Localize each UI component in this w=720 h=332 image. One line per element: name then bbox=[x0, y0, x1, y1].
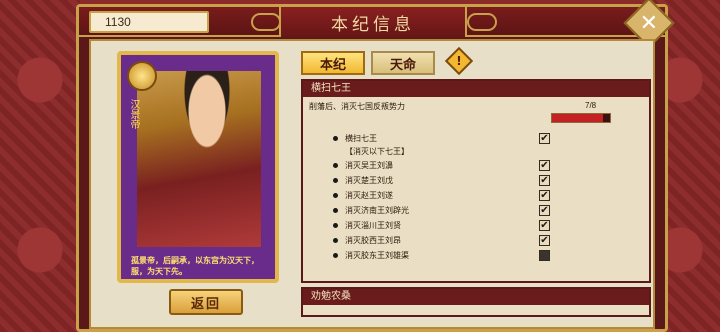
checkbox: ✔ bbox=[539, 160, 550, 171]
list-item: 消灭胶西王刘昂 ✔ bbox=[333, 233, 553, 248]
scroll-ornament-icon bbox=[467, 13, 497, 31]
rank-emblem-icon bbox=[127, 61, 157, 91]
character-name: 汉景帝 bbox=[128, 99, 139, 129]
objective-label: 消灭淄川王刘贤 bbox=[345, 221, 401, 230]
checkbox: ✔ bbox=[539, 133, 550, 144]
objective-label: 【消灭以下七王】 bbox=[345, 147, 409, 156]
list-item: 消灭胶东王刘雄渠 bbox=[333, 248, 553, 263]
close-icon: ✕ bbox=[639, 10, 659, 36]
alert-icon[interactable]: ! bbox=[444, 46, 474, 76]
scroll-ornament-icon bbox=[251, 13, 281, 31]
quest2-title: 劝勉农桑 bbox=[303, 289, 649, 305]
objective-list: 横扫七王 ✔ 【消灭以下七王】 消灭吴王刘濞 ✔ 消灭楚王刘戊 ✔ 消灭赵王刘遂 ✔ 消灭济南王刘… bbox=[333, 131, 553, 263]
tab-tianming[interactable]: 天命 bbox=[371, 51, 435, 75]
title-bar: 1130 本纪信息 ✕ bbox=[79, 0, 675, 49]
tab-benji[interactable]: 本纪 bbox=[301, 51, 365, 75]
list-item: 消灭吴王刘濞 ✔ bbox=[333, 158, 553, 173]
list-item: 消灭楚王刘戊 ✔ bbox=[333, 173, 553, 188]
quest-panel-2[interactable]: 劝勉农桑 bbox=[301, 287, 651, 317]
coin-counter: 1130 bbox=[89, 11, 209, 33]
checkbox: ✔ bbox=[539, 175, 550, 186]
content-area: 汉景帝 孤景帝，后嗣承，以东宫为汉天下，服，为天下先。 返回 本纪 天命 ! 横… bbox=[89, 39, 655, 329]
list-item: 消灭淄川王刘贤 ✔ bbox=[333, 218, 553, 233]
objective-label: 消灭胶东王刘雄渠 bbox=[345, 251, 409, 260]
list-item: 消灭济南王刘辟光 ✔ bbox=[333, 203, 553, 218]
quest-title: 横扫七王 bbox=[303, 81, 649, 97]
list-item: 【消灭以下七王】 bbox=[333, 146, 553, 158]
list-item: 消灭赵王刘遂 ✔ bbox=[333, 188, 553, 203]
objective-label: 消灭吴王刘濞 bbox=[345, 161, 393, 170]
checkbox bbox=[539, 250, 550, 261]
checkbox: ✔ bbox=[539, 190, 550, 201]
progress-bar bbox=[551, 113, 611, 123]
character-quote: 孤景帝，后嗣承，以东宫为汉天下，服，为天下先。 bbox=[131, 256, 259, 276]
checkbox: ✔ bbox=[539, 205, 550, 216]
objective-label: 消灭楚王刘戊 bbox=[345, 176, 393, 185]
checkbox: ✔ bbox=[539, 220, 550, 231]
checkbox: ✔ bbox=[539, 235, 550, 246]
objective-label: 消灭赵王刘遂 bbox=[345, 191, 393, 200]
character-card: 汉景帝 孤景帝，后嗣承，以东宫为汉天下，服，为天下先。 bbox=[117, 51, 279, 283]
back-button[interactable]: 返回 bbox=[169, 289, 243, 315]
page-title: 本纪信息 bbox=[279, 7, 467, 37]
objective-label: 消灭济南王刘辟光 bbox=[345, 206, 409, 215]
objective-label: 横扫七王 bbox=[345, 134, 377, 143]
left-ornament bbox=[0, 0, 80, 332]
list-item: 横扫七王 ✔ bbox=[333, 131, 553, 146]
character-portrait bbox=[137, 71, 261, 247]
quest-description: 削藩后、消灭七国反叛势力 bbox=[309, 102, 405, 111]
objective-label: 消灭胶西王刘昂 bbox=[345, 236, 401, 245]
progress-text: 7/8 bbox=[585, 101, 597, 110]
info-window: 1130 本纪信息 ✕ 汉景帝 孤景帝，后嗣承，以东宫为汉天下，服，为天下先。 … bbox=[76, 0, 675, 332]
quest-panel: 横扫七王 削藩后、消灭七国反叛势力 7/8 横扫七王 ✔ 【消灭以下七王】 消灭吴王刘… bbox=[301, 79, 651, 283]
progress-fill bbox=[552, 114, 603, 122]
